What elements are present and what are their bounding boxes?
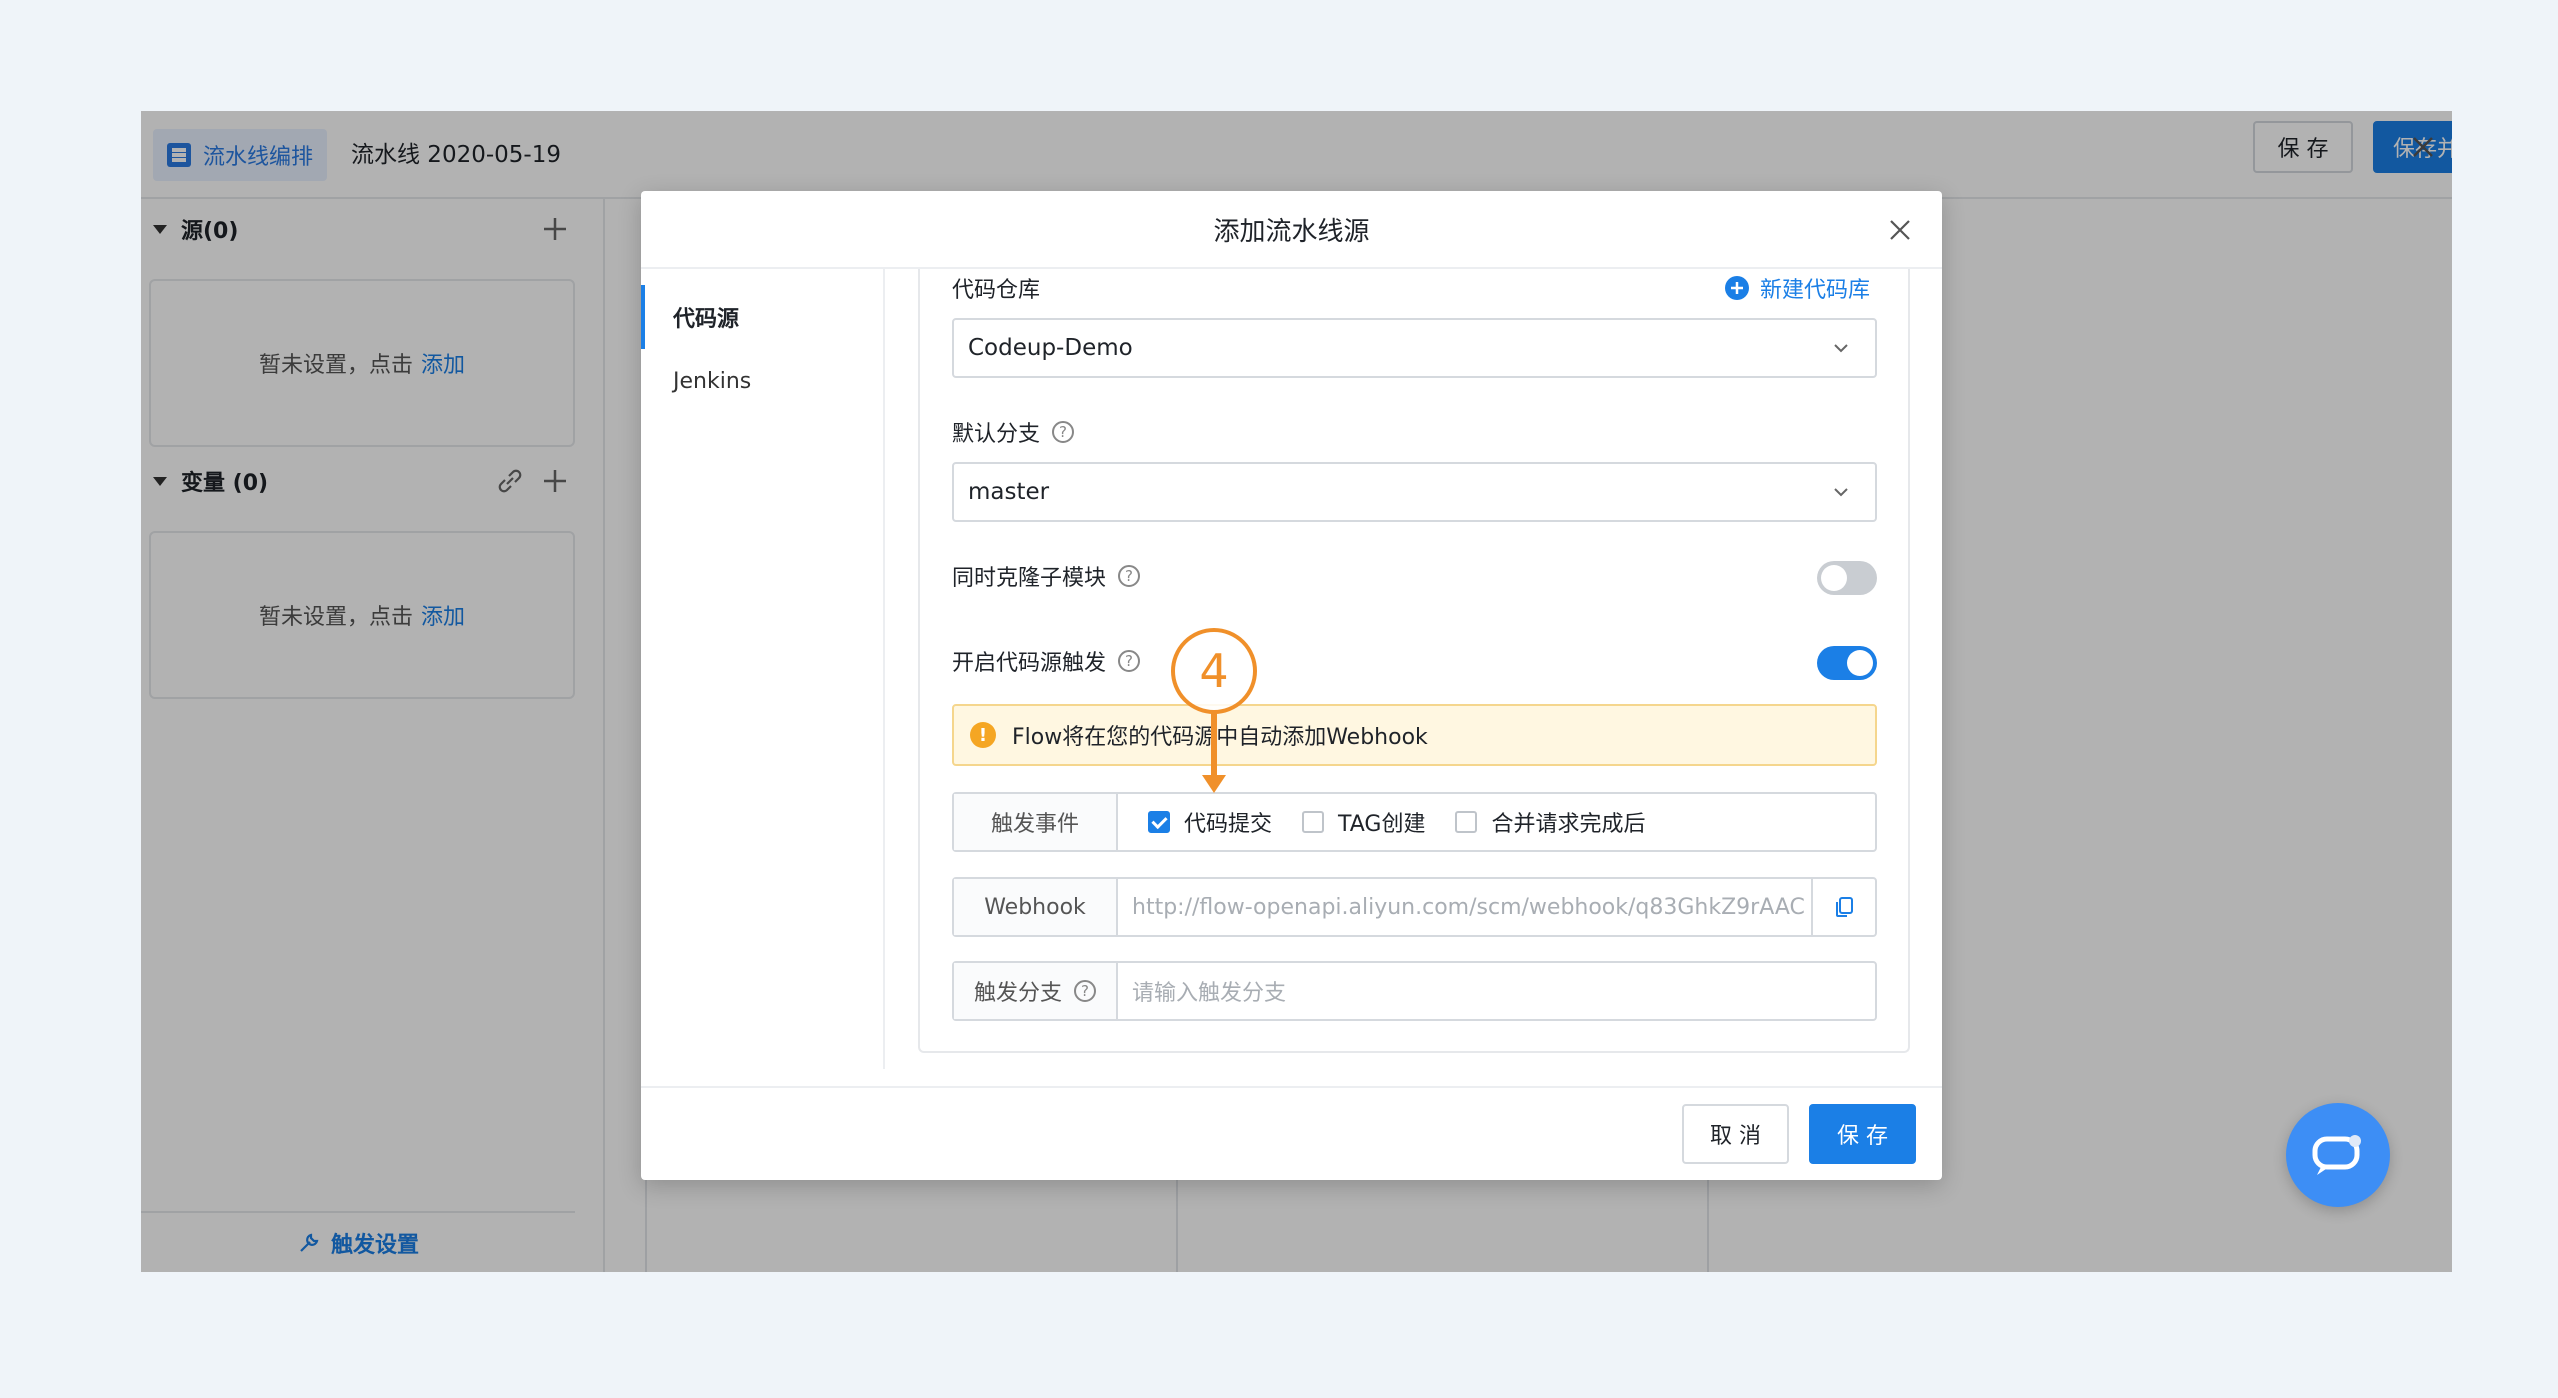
code-trigger-text: 开启代码源触发 [952,651,1107,676]
trigger-events-row: 触发事件 代码提交 TAG创建 合并请求完成后 [952,792,1877,852]
branch-label-text: 默认分支 [952,422,1041,447]
plus-circle-icon [1725,276,1749,300]
add-pipeline-source-dialog: 添加流水线源 代码源 Jenkins 代码仓库 新建代码库 Codeup-Dem… [641,191,1942,1180]
event-code-commit[interactable]: 代码提交 [1148,806,1272,838]
copy-icon [1836,897,1854,917]
repo-label: 代码仓库 [952,268,1040,308]
branch-select[interactable]: master [952,462,1877,522]
dialog-save-button[interactable]: 保 存 [1809,1104,1916,1164]
webhook-row: Webhook http://flow-openapi.aliyun.com/s… [952,877,1877,937]
repo-label-text: 代码仓库 [952,278,1041,303]
trigger-branch-label: 触发分支 ? [954,963,1118,1019]
nav-item-code-source[interactable]: 代码源 [641,285,885,349]
dialog-close-icon[interactable] [1881,211,1919,249]
chevron-down-icon [1834,488,1848,497]
copy-button[interactable] [1811,879,1875,935]
dialog-title: 添加流水线源 [1213,216,1370,247]
help-icon[interactable]: ? [1074,980,1096,1002]
chat-help-button[interactable] [2286,1103,2390,1207]
trigger-branch-label-text: 触发分支 [973,981,1062,1006]
webhook-label: Webhook [954,879,1118,935]
trigger-branch-row: 触发分支 ? 请输入触发分支 [952,961,1877,1021]
new-repo-link[interactable]: 新建代码库 [1724,268,1870,308]
branch-select-value: master [968,479,1050,505]
chat-bubble-icon [2312,1135,2361,1175]
branch-label: 默认分支 ? [952,412,1075,452]
repo-select-value: Codeup-Demo [968,335,1133,361]
help-icon[interactable]: ? [1118,650,1141,672]
step-number: 4 [1199,644,1229,698]
clone-submodules-text: 同时克隆子模块 [952,566,1107,591]
clone-submodules-toggle[interactable] [1817,561,1877,595]
toggle-knob [1847,650,1873,676]
event-tag-created[interactable]: TAG创建 [1302,806,1425,838]
checkbox[interactable] [1302,811,1325,833]
checkbox[interactable] [1455,811,1478,833]
checkbox-checked[interactable] [1148,811,1170,833]
code-trigger-label: 开启代码源触发 ? [952,641,1141,681]
warning-icon: ! [970,722,996,748]
nav-item-jenkins[interactable]: Jenkins [641,349,885,413]
help-icon[interactable]: ? [1118,565,1141,587]
annotation-arrow-head [1202,775,1226,793]
event-label: 代码提交 [1184,812,1273,837]
trigger-branch-input[interactable]: 请输入触发分支 [1118,975,1286,1007]
webhook-alert: ! Flow将在您的代码源中自动添加Webhook [952,704,1877,766]
alert-text: Flow将在您的代码源中自动添加Webhook [1012,725,1428,750]
help-icon[interactable]: ? [1052,421,1075,443]
dialog-footer: 取 消 保 存 [641,1086,1942,1180]
source-type-nav: 代码源 Jenkins [641,269,885,1069]
repo-select[interactable]: Codeup-Demo [952,318,1877,378]
trigger-events-label: 触发事件 [954,794,1118,850]
event-merge-request[interactable]: 合并请求完成后 [1455,806,1645,838]
clone-submodules-label: 同时克隆子模块 ? [952,556,1141,596]
step-number-annotation: 4 [1171,628,1257,714]
webhook-url-field[interactable]: http://flow-openapi.aliyun.com/scm/webho… [1118,895,1811,920]
cancel-button[interactable]: 取 消 [1682,1104,1789,1164]
event-label: TAG创建 [1338,812,1426,837]
dialog-header: 添加流水线源 [641,191,1942,269]
chevron-down-icon [1834,344,1848,353]
code-trigger-toggle[interactable] [1817,646,1877,680]
event-label: 合并请求完成后 [1491,812,1646,837]
toggle-knob [1821,565,1847,591]
new-repo-label: 新建代码库 [1760,278,1871,303]
